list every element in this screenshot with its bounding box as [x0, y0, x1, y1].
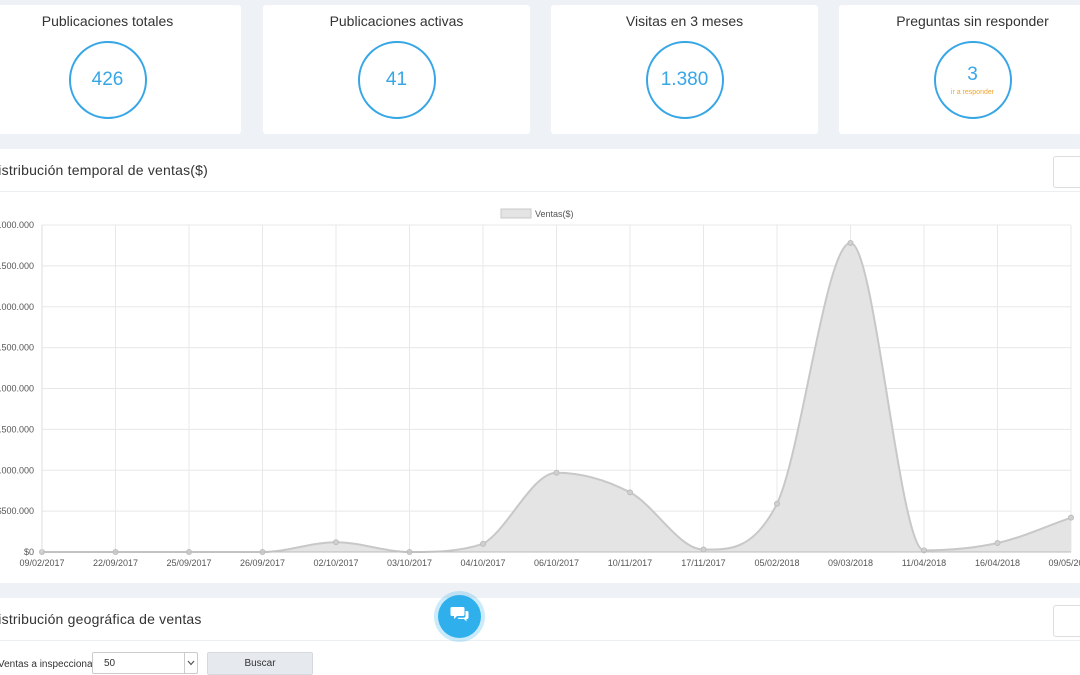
data-point — [480, 540, 486, 547]
data-point — [333, 539, 339, 546]
data-point — [1068, 514, 1074, 521]
x-tick-label: 06/10/2017 — [534, 558, 579, 568]
search-button[interactable]: Buscar — [207, 652, 313, 675]
data-point — [774, 500, 780, 507]
x-tick-label: 10/11/2017 — [608, 558, 652, 568]
chevron-down-icon — [184, 653, 197, 673]
data-point — [553, 469, 560, 476]
chat-button[interactable] — [438, 595, 481, 638]
y-tick-label: $0 — [24, 547, 34, 557]
panel-title: Distribución geográfica de ventas — [0, 611, 202, 627]
y-tick-label: $2.500.000 — [0, 343, 34, 353]
data-point — [627, 489, 633, 496]
x-tick-label: 02/10/2017 — [313, 558, 358, 568]
x-tick-label: 25/09/2017 — [166, 558, 211, 568]
x-tick-label: 05/02/2018 — [754, 558, 799, 568]
x-tick-label: 26/09/2017 — [240, 558, 285, 568]
x-tick-label: 04/10/2017 — [460, 558, 505, 568]
panel-divider — [0, 640, 1080, 641]
select-value: 50 — [104, 658, 116, 669]
filter-label: Ventas a inspeccionar : — [0, 659, 102, 670]
y-tick-label: $1.000.000 — [0, 465, 34, 475]
x-tick-label: 09/05/2018 — [1048, 558, 1080, 568]
y-tick-label: $3.500.000 — [0, 261, 34, 271]
chat-bubbles-icon — [450, 605, 470, 628]
x-tick-label: 09/03/2018 — [828, 558, 873, 568]
x-tick-label: 03/10/2017 — [387, 558, 432, 568]
y-tick-label: $500.000 — [0, 506, 34, 516]
x-tick-label: 17/11/2017 — [681, 558, 725, 568]
sales-count-select[interactable]: 50 — [92, 652, 198, 674]
y-tick-label: $2.000.000 — [0, 384, 34, 394]
legend-swatch — [500, 208, 532, 219]
data-point — [700, 546, 707, 553]
x-tick-label: 22/09/2017 — [93, 558, 138, 568]
x-tick-label: 16/04/2018 — [975, 558, 1020, 568]
y-tick-label: $3.000.000 — [0, 302, 34, 312]
panel-options-button[interactable] — [1053, 605, 1080, 637]
x-tick-label: 09/02/2017 — [19, 558, 64, 568]
x-tick-label: 11/04/2018 — [902, 558, 946, 568]
y-tick-label: $1.500.000 — [0, 424, 34, 434]
y-tick-label: $4.000.000 — [0, 220, 34, 230]
data-point — [847, 239, 854, 246]
data-point — [994, 540, 1001, 547]
sales-area-chart: $0 $500.000 $1.000.000 $1.500.000 $2.000.000… — [0, 208, 1080, 568]
legend-label: Ventas($) — [535, 209, 574, 219]
